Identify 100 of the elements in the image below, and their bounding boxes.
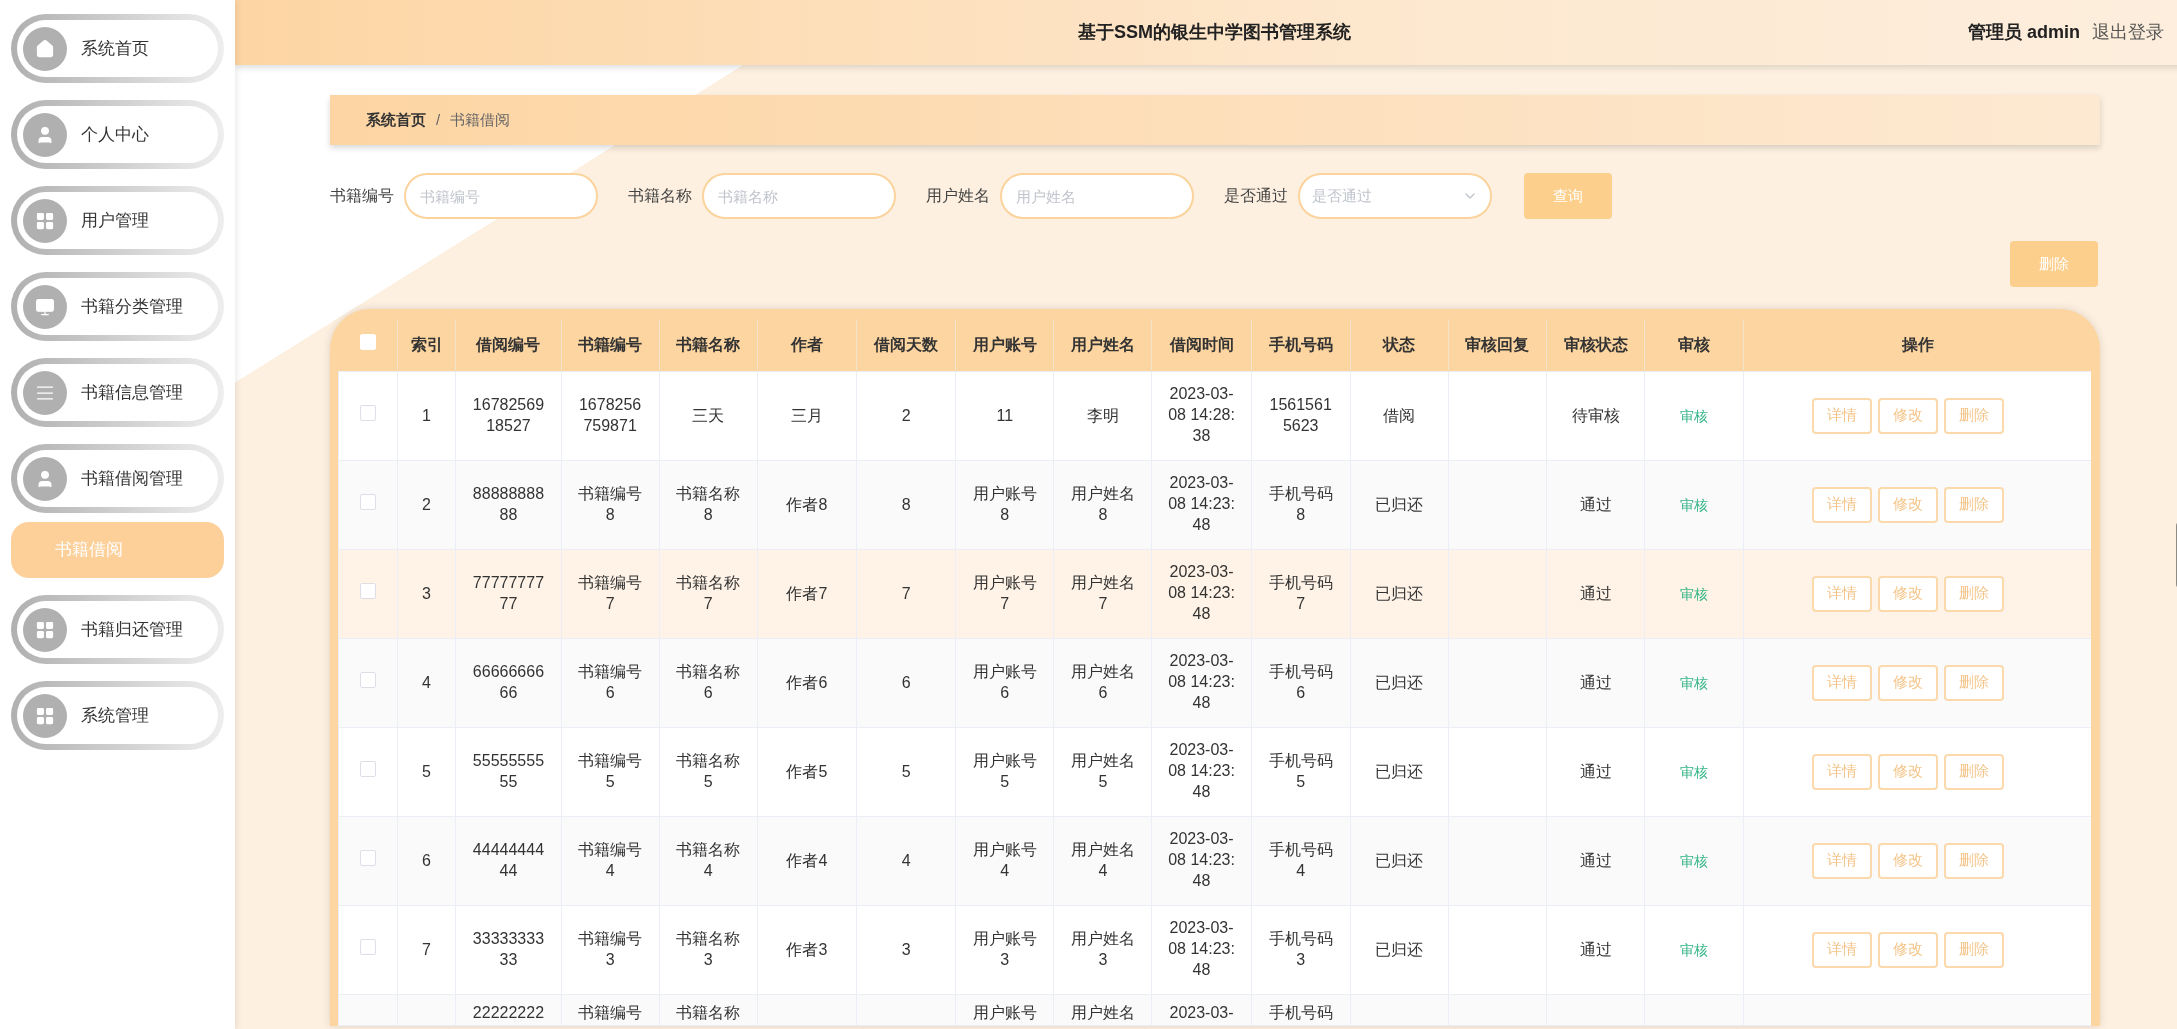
table-cell-text: 2023-03-08 14:23:48	[1167, 651, 1236, 713]
table-cell-text: 三天	[692, 405, 725, 426]
audit-link[interactable]: 审核	[1680, 585, 1709, 602]
table-cell-text: 书籍名称4	[675, 839, 742, 881]
audit-link[interactable]: 审核	[1680, 941, 1709, 958]
table-cell-text: 1678256759871	[577, 394, 643, 436]
table-cell-text: 书籍编号5	[577, 750, 644, 792]
action-button[interactable]: 详情	[1811, 486, 1872, 523]
table-cell-text: 作者5	[786, 761, 828, 782]
table-cell-text: 6	[422, 850, 431, 871]
action-button[interactable]: 删除	[1943, 753, 2004, 790]
action-button[interactable]: 修改	[1877, 931, 1938, 968]
audit-link[interactable]: 审核	[1680, 852, 1709, 869]
audit-link[interactable]: 审核	[1680, 407, 1709, 424]
action-button[interactable]: 详情	[1811, 664, 1872, 701]
table-cell-text: 已归还	[1375, 939, 1424, 960]
search-field[interactable]: 用户姓名	[1000, 173, 1194, 219]
sidebar-item[interactable]: 系统首页	[11, 14, 224, 83]
monitor-icon	[23, 284, 67, 329]
column-header: 借阅时间	[1151, 319, 1252, 371]
checkbox[interactable]	[359, 493, 376, 510]
sidebar-item[interactable]: 书籍分类管理	[11, 272, 224, 341]
table-cell-text: 2023-03-08 14:23:48	[1167, 918, 1236, 980]
action-button[interactable]: 删除	[1943, 931, 2004, 968]
delete-button[interactable]: 删除	[2010, 241, 2098, 287]
search-field[interactable]: 书籍编号	[404, 173, 598, 219]
action-button[interactable]: 修改	[1877, 397, 1938, 434]
audit-link[interactable]: 审核	[1680, 763, 1709, 780]
breadcrumb-link[interactable]: 系统首页	[366, 108, 426, 132]
action-button[interactable]: 删除	[1943, 397, 2004, 434]
table-cell-text: 3	[422, 583, 431, 604]
sidebar-item[interactable]: 书籍借阅管理	[11, 444, 224, 513]
checkbox[interactable]	[359, 938, 376, 955]
grid-icon	[23, 607, 67, 652]
table-cell-text: 7777777777	[471, 572, 546, 614]
action-button[interactable]: 修改	[1877, 753, 1938, 790]
select-field[interactable]: 是否通过	[1298, 173, 1492, 219]
column-header: 审核	[1644, 319, 1744, 371]
table-cell-text: 书籍编号3	[577, 928, 644, 970]
table-cell-text: 用户账号3	[971, 928, 1038, 970]
table-cell-text: 用户姓名7	[1069, 572, 1136, 614]
action-button[interactable]: 修改	[1877, 842, 1938, 879]
action-button[interactable]: 详情	[1811, 931, 1872, 968]
action-button[interactable]: 修改	[1877, 664, 1938, 701]
sidebar-item[interactable]: 个人中心	[11, 100, 224, 169]
table-cell-text: 用户姓名3	[1069, 928, 1136, 970]
audit-link[interactable]: 审核	[1680, 674, 1709, 691]
table-cell-text: 作者4	[786, 850, 828, 871]
search-field[interactable]: 书籍名称	[702, 173, 896, 219]
action-button[interactable]: 删除	[1943, 664, 2004, 701]
table-cell-text: 书籍名称	[676, 1002, 741, 1023]
action-button[interactable]: 修改	[1877, 575, 1938, 612]
action-button[interactable]: 修改	[1877, 486, 1938, 523]
logout-link[interactable]: 退出登录	[2092, 19, 2164, 46]
table-cell-text: 手机号码3	[1267, 928, 1334, 970]
audit-link[interactable]: 审核	[1680, 496, 1709, 513]
action-button[interactable]: 详情	[1811, 397, 1872, 434]
table-cell-text: 书籍编号	[578, 1002, 643, 1023]
table-cell-text: 11	[996, 405, 1014, 426]
table-cell-text: 7	[422, 939, 431, 960]
user-icon	[23, 112, 67, 157]
home-icon	[23, 26, 67, 71]
checkbox[interactable]	[359, 671, 376, 688]
action-button[interactable]: 详情	[1811, 575, 1872, 612]
breadcrumb-link[interactable]: 书籍借阅	[450, 108, 511, 132]
table-cell-text: 用户账号5	[971, 750, 1038, 792]
table-cell-text: 用户姓名4	[1069, 839, 1136, 881]
column-header: 状态	[1350, 319, 1449, 371]
table-cell-text: 已归还	[1375, 761, 1424, 782]
table-cell-text: 李明	[1086, 405, 1119, 426]
query-button[interactable]: 查询	[1524, 173, 1612, 219]
table-cell-text: 2	[901, 405, 911, 426]
table-cell-text: 2023-03-08 14:23:48	[1167, 473, 1236, 535]
checkbox[interactable]	[359, 760, 376, 777]
checkbox[interactable]	[359, 582, 376, 599]
action-button[interactable]: 删除	[1943, 575, 2004, 612]
field-label: 是否通过	[1224, 186, 1288, 206]
user-icon	[23, 456, 67, 501]
table-cell-text: 用户姓名5	[1069, 750, 1136, 792]
sidebar-item[interactable]: 书籍信息管理	[11, 358, 224, 427]
column-header: 用户账号	[955, 319, 1054, 371]
submenu-item[interactable]: 书籍借阅	[11, 522, 224, 578]
sidebar-item[interactable]: 用户管理	[11, 186, 224, 255]
column-header: 索引	[397, 319, 456, 371]
action-button[interactable]: 详情	[1811, 842, 1872, 879]
column-header: 手机号码	[1251, 319, 1351, 371]
table-cell-text: 书籍名称5	[675, 750, 742, 792]
table-cell-text: 通过	[1579, 494, 1612, 515]
table-cell-text: 作者3	[786, 939, 828, 960]
column-header: 借阅编号	[455, 319, 562, 371]
sidebar-item[interactable]: 书籍归还管理	[11, 595, 224, 664]
action-button[interactable]: 删除	[1943, 842, 2004, 879]
sidebar-item[interactable]: 系统管理	[11, 681, 224, 750]
table-cell-text: 手机号码4	[1267, 839, 1334, 881]
action-button[interactable]: 删除	[1943, 486, 2004, 523]
checkbox[interactable]	[359, 404, 376, 421]
table-cell-text: 2023-03-08 14:23:48	[1167, 562, 1236, 624]
checkbox[interactable]	[359, 849, 376, 866]
table-cell-text: 借阅	[1383, 405, 1416, 426]
action-button[interactable]: 详情	[1811, 753, 1872, 790]
